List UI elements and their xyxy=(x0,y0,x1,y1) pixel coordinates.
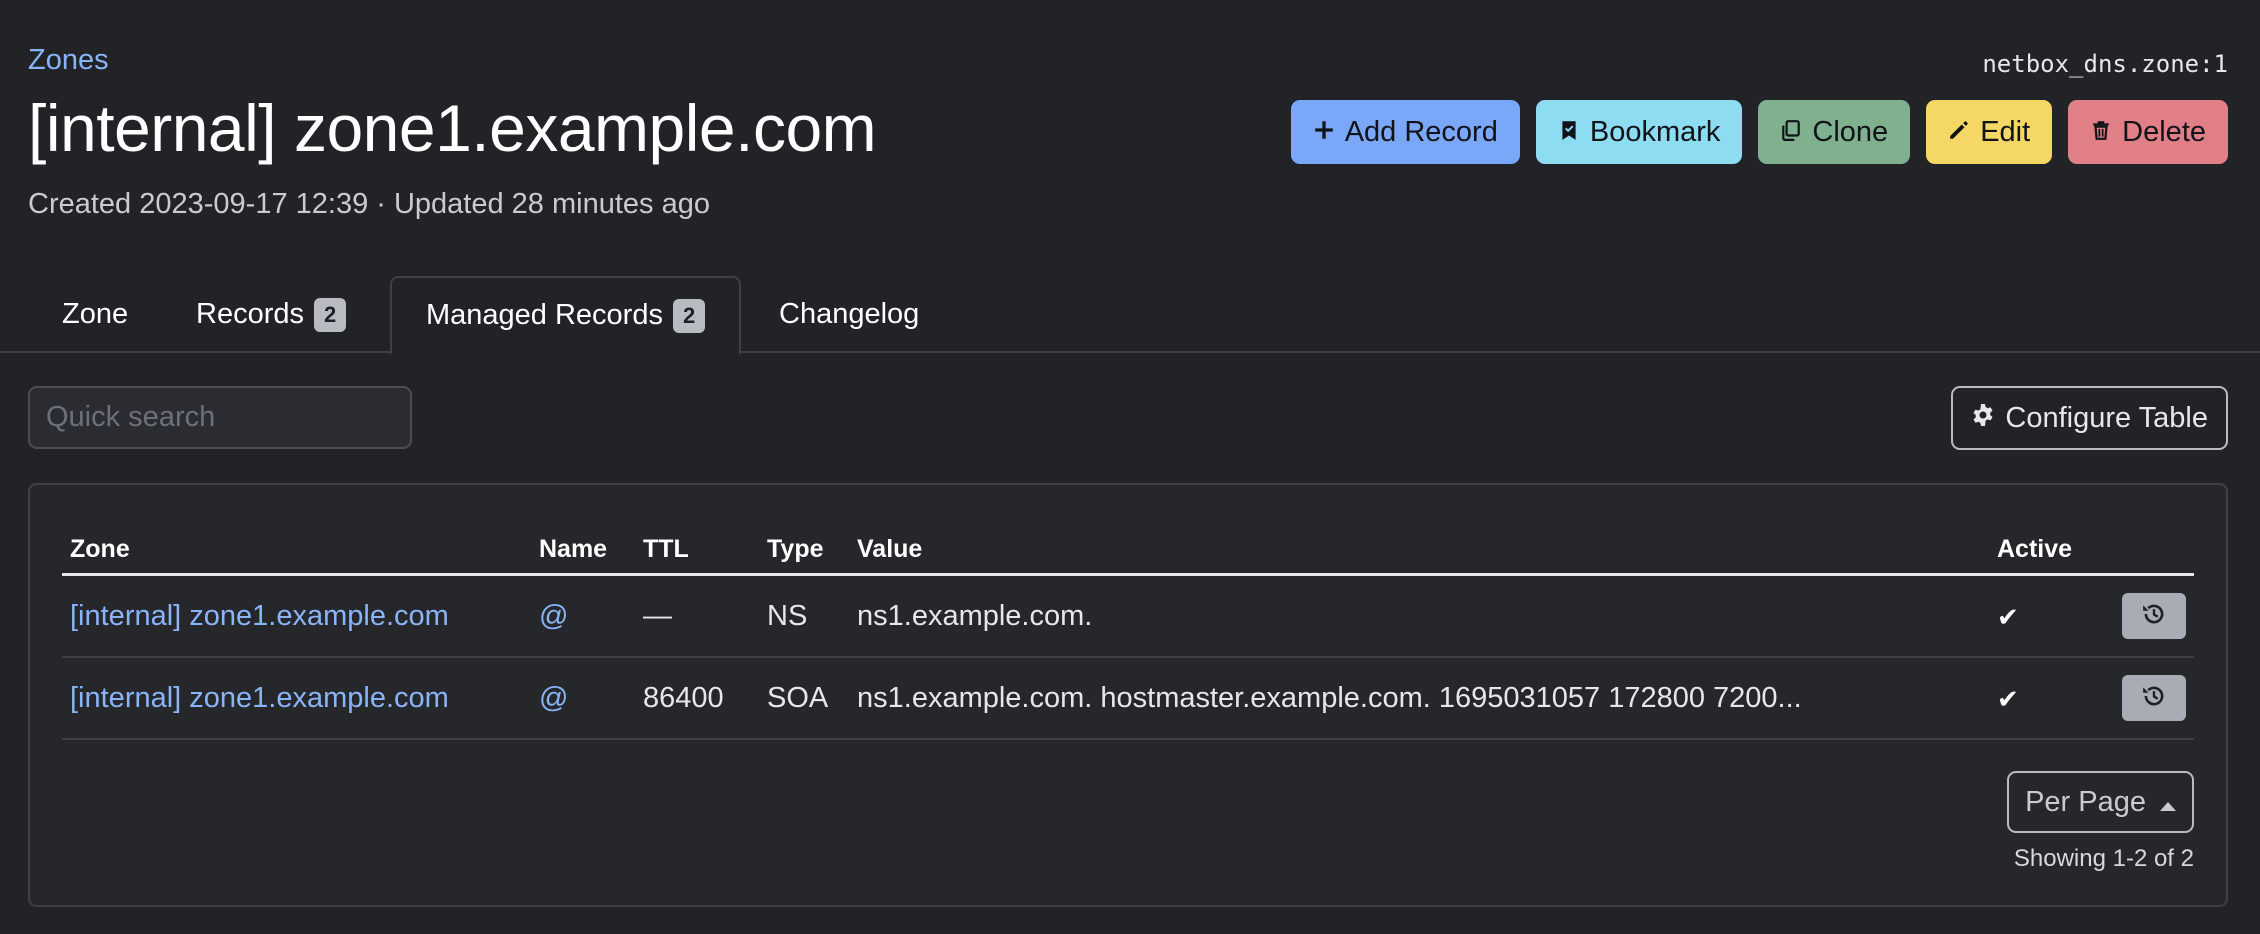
pagination-summary: Showing 1-2 of 2 xyxy=(2013,845,2194,872)
tab-changelog[interactable]: Changelog xyxy=(745,276,953,353)
per-page-dropdown[interactable]: Per Page xyxy=(2007,771,2194,833)
tab-changelog-label: Changelog xyxy=(779,298,920,330)
table-row: [internal] zone1.example.com @ 86400 SOA… xyxy=(62,658,2194,740)
quick-search-input[interactable] xyxy=(28,386,412,449)
column-header-value[interactable]: Value xyxy=(857,535,922,564)
column-header-active[interactable]: Active xyxy=(1997,535,2072,564)
delete-button[interactable]: Delete xyxy=(2068,100,2228,164)
caret-up-icon xyxy=(2160,786,2176,819)
object-identifier: netbox_dns.zone:1 xyxy=(1982,50,2228,78)
record-value: ns1.example.com. xyxy=(857,600,1093,632)
table-row: [internal] zone1.example.com @ — NS ns1.… xyxy=(62,576,2194,658)
clone-button[interactable]: Clone xyxy=(1758,100,1911,164)
tab-managed-records-label: Managed Records xyxy=(426,299,663,331)
trash-icon xyxy=(2090,116,2112,149)
copy-icon xyxy=(1780,116,1802,149)
ttl-value: — xyxy=(643,600,672,632)
add-record-label: Add Record xyxy=(1344,115,1498,148)
table-header: Zone Name TTL Type Value Active xyxy=(62,525,2194,576)
active-check-icon: ✔ xyxy=(1997,684,2019,714)
configure-table-label: Configure Table xyxy=(2005,401,2208,434)
delete-label: Delete xyxy=(2122,115,2206,148)
zone-link[interactable]: [internal] zone1.example.com xyxy=(70,682,449,715)
tab-managed-records[interactable]: Managed Records 2 xyxy=(390,276,742,355)
tab-records[interactable]: Records 2 xyxy=(162,276,380,353)
per-page-label: Per Page xyxy=(2025,785,2146,818)
pencil-icon xyxy=(1948,116,1970,149)
history-icon xyxy=(2141,601,2167,632)
action-buttons: Add Record Bookmark Clone Edit Delete xyxy=(1290,100,2228,164)
zone-link[interactable]: [internal] zone1.example.com xyxy=(70,600,449,633)
record-name-link[interactable]: @ xyxy=(539,682,568,715)
gear-icon xyxy=(1971,402,1995,435)
tab-zone-label: Zone xyxy=(62,298,129,330)
changelog-button[interactable] xyxy=(2122,675,2186,721)
tab-zone[interactable]: Zone xyxy=(28,276,162,353)
page-title: [internal] zone1.example.com xyxy=(28,91,877,165)
ttl-value: 86400 xyxy=(643,682,724,714)
history-icon xyxy=(2141,683,2167,714)
type-value: NS xyxy=(767,600,808,632)
tab-bar: Zone Records 2 Managed Records 2 Changel… xyxy=(0,276,2260,355)
configure-table-button[interactable]: Configure Table xyxy=(1951,386,2228,450)
bookmark-button[interactable]: Bookmark xyxy=(1535,100,1743,164)
edit-label: Edit xyxy=(1980,115,2031,148)
column-header-name[interactable]: Name xyxy=(539,535,607,564)
changelog-button[interactable] xyxy=(2122,593,2186,639)
managed-records-count-badge: 2 xyxy=(672,298,706,333)
tab-records-label: Records xyxy=(196,298,304,330)
bookmark-label: Bookmark xyxy=(1589,115,1721,148)
bookmark-icon xyxy=(1558,116,1580,149)
type-value: SOA xyxy=(767,682,829,714)
edit-button[interactable]: Edit xyxy=(1926,100,2053,164)
records-count-badge: 2 xyxy=(314,297,347,332)
column-header-zone[interactable]: Zone xyxy=(70,535,130,564)
created-updated-info: Created 2023-09-17 12:39 · Updated 28 mi… xyxy=(28,188,710,220)
record-name-link[interactable]: @ xyxy=(539,600,568,633)
records-table-card: Zone Name TTL Type Value Active [interna… xyxy=(28,483,2228,907)
page: Zones netbox_dns.zone:1 [internal] zone1… xyxy=(0,0,2260,934)
record-value: ns1.example.com. hostmaster.example.com.… xyxy=(857,682,1802,714)
clone-label: Clone xyxy=(1812,115,1889,148)
plus-icon xyxy=(1313,116,1335,149)
column-header-ttl[interactable]: TTL xyxy=(643,535,689,564)
add-record-button[interactable]: Add Record xyxy=(1290,100,1520,164)
active-check-icon: ✔ xyxy=(1997,602,2019,632)
breadcrumb-zones-link[interactable]: Zones xyxy=(28,44,109,77)
column-header-type[interactable]: Type xyxy=(767,535,824,564)
